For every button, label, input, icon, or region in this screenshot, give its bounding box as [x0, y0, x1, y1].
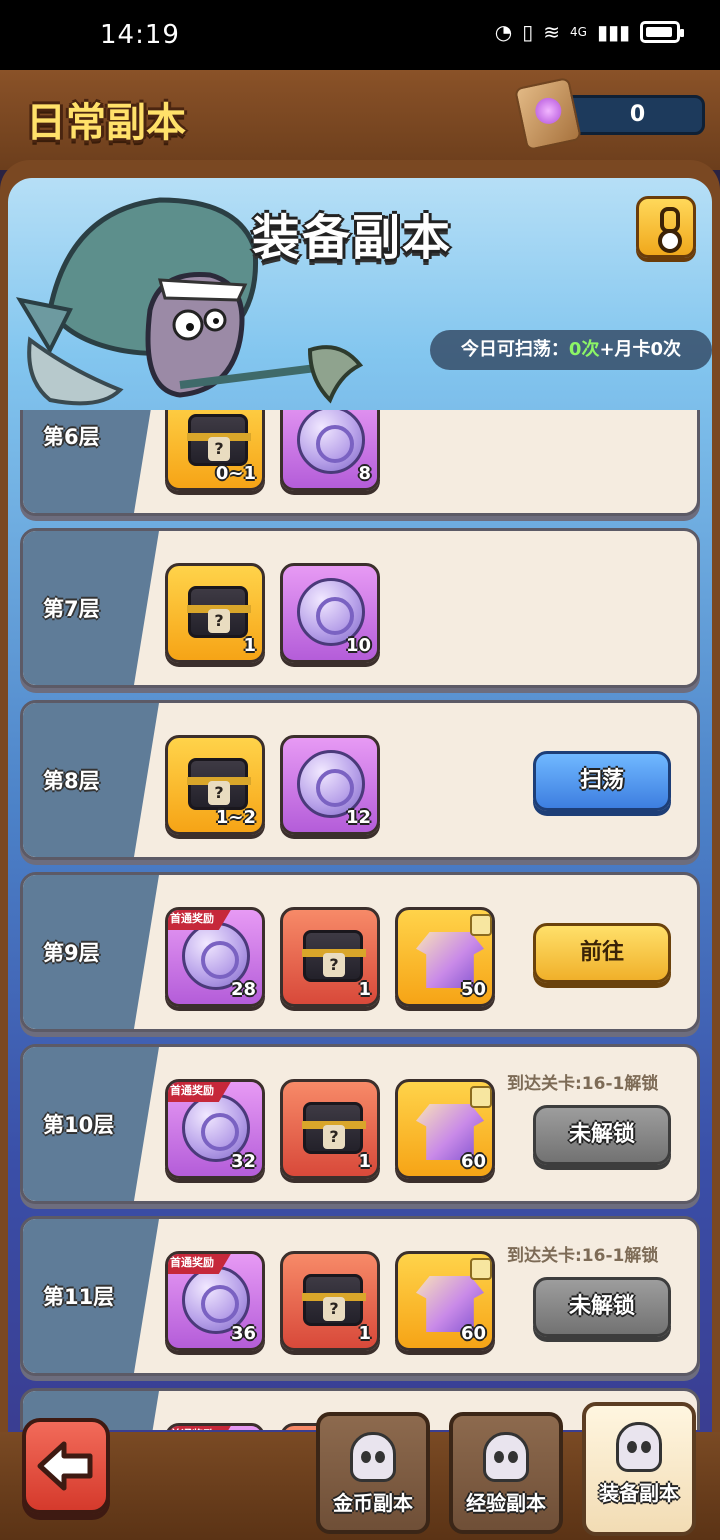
go-button[interactable]: 前往: [533, 923, 671, 983]
puzzle-piece-icon: [470, 914, 492, 936]
floor-label: 第9层: [43, 941, 100, 965]
reward-item-equipment[interactable]: 50: [395, 907, 495, 1007]
vibrate-icon: ▯: [522, 20, 534, 44]
tab-equipment-dungeon[interactable]: 装备副本: [582, 1402, 696, 1536]
floor-label: 第10层: [43, 1113, 115, 1137]
tab-label: 经验副本: [466, 1491, 546, 1515]
unlock-requirement: 到达关卡:16-1解锁: [507, 1074, 659, 1094]
reward-item-coin[interactable]: 10: [280, 563, 380, 663]
reward-item-chest[interactable]: 1: [165, 563, 265, 663]
sweep-suffix: +月卡0次: [599, 339, 682, 360]
mystery-chest-icon: [302, 1274, 366, 1326]
reward-count: 8: [358, 463, 371, 484]
tab-exp-dungeon[interactable]: 经验副本: [449, 1412, 563, 1534]
reward-item-chest[interactable]: 1: [280, 1251, 380, 1351]
sweep-info-pill: 今日可扫荡：0次+月卡0次: [430, 330, 712, 370]
reward-item-coin[interactable]: 12: [280, 735, 380, 835]
floor-label: 第6层: [43, 425, 100, 449]
reward-count: 1: [358, 979, 371, 1000]
reward-count: 28: [230, 979, 256, 1000]
mystery-chest-icon: [302, 1102, 366, 1154]
floor-list[interactable]: 第6层 0~1 8 第7层 1 10 第8层 1~2 12: [20, 410, 700, 1430]
reward-item-coin[interactable]: 首通奖励 32: [165, 1079, 265, 1179]
unlock-requirement: 到达关卡:16-1解锁: [507, 1246, 659, 1266]
reward-item-equipment[interactable]: 60: [395, 1079, 495, 1179]
reward-item-chest[interactable]: 1: [280, 907, 380, 1007]
info-button[interactable]: [636, 196, 696, 258]
first-clear-badge: 首通奖励: [168, 1426, 232, 1430]
tab-label: 装备副本: [599, 1481, 679, 1505]
sweep-prefix: 今日可扫荡：: [460, 339, 569, 360]
floor-row-6: 第6层 0~1 8: [20, 410, 700, 516]
dungeon-title: 装备副本: [252, 210, 453, 266]
reward-count: 36: [230, 1323, 256, 1344]
floor-row-7: 第7层 1 10: [20, 528, 700, 688]
tab-gold-dungeon[interactable]: 金币副本: [316, 1412, 430, 1534]
reward-count: 60: [460, 1323, 486, 1344]
floor-row-11: 第11层 首通奖励 36 1 60 到达关卡:16-1解锁 未解锁: [20, 1216, 700, 1376]
mystery-chest-icon: [302, 930, 366, 982]
floor-label: 第11层: [43, 1285, 115, 1309]
battery-icon: [640, 21, 684, 43]
puzzle-piece-icon: [470, 1086, 492, 1108]
reward-item-coin[interactable]: 8: [280, 410, 380, 491]
floor-row-10: 第10层 首通奖励 32 1 60 到达关卡:16-1解锁 未解锁: [20, 1044, 700, 1204]
data-speed-icon: ◔: [494, 20, 513, 44]
reward-item-equipment[interactable]: 60: [395, 1251, 495, 1351]
reward-count: 12: [345, 807, 371, 828]
purple-coin-icon: [297, 410, 365, 474]
network-label: 4G: [570, 25, 587, 39]
locked-button[interactable]: 未解锁: [533, 1277, 671, 1337]
tab-label: 金币副本: [333, 1491, 413, 1515]
floor-row-8: 第8层 1~2 12 扫荡: [20, 700, 700, 860]
reward-count: 1: [358, 1323, 371, 1344]
page-title: 日常副本: [26, 100, 186, 146]
reward-count: 32: [230, 1151, 256, 1172]
status-bar: 14:19 ◔ ▯ ≋ 4G ▮▮▮: [0, 0, 720, 70]
reward-count: 1~2: [215, 807, 256, 828]
wifi-icon: ≋: [543, 20, 561, 44]
reward-item-chest[interactable]: 1~2: [165, 735, 265, 835]
signal-icon: ▮▮▮: [596, 20, 630, 44]
skull-coin-icon: [350, 1432, 396, 1482]
back-button[interactable]: [22, 1418, 110, 1514]
mystery-chest-icon: [187, 586, 251, 638]
arrow-left-icon: [37, 1441, 93, 1491]
reward-item-coin[interactable]: 首通奖励 36: [165, 1251, 265, 1351]
reward-count: 1: [358, 1151, 371, 1172]
top-header: 日常副本 0: [0, 70, 720, 170]
scroll-gem-icon: [513, 76, 583, 152]
floor-label: 第8层: [43, 769, 100, 793]
reward-item-chest[interactable]: 1: [280, 1079, 380, 1179]
reward-count: 50: [460, 979, 486, 1000]
reward-item-chest[interactable]: 0~1: [165, 410, 265, 491]
sweep-button[interactable]: 扫荡: [533, 751, 671, 811]
mystery-chest-icon: [187, 758, 251, 810]
mystery-chest-icon: [187, 414, 251, 466]
reward-count: 0~1: [215, 463, 256, 484]
reward-count: 1: [243, 635, 256, 656]
reward-item-coin[interactable]: 首通奖励: [165, 1423, 265, 1430]
reward-count: 10: [345, 635, 371, 656]
skull-exp-icon: [483, 1432, 529, 1482]
puzzle-piece-icon: [470, 1258, 492, 1280]
status-icons: ◔ ▯ ≋ 4G ▮▮▮: [494, 20, 684, 44]
sweep-count: 0次: [568, 339, 600, 360]
currency-display[interactable]: 0: [513, 76, 705, 152]
locked-button[interactable]: 未解锁: [533, 1105, 671, 1165]
reward-count: 60: [460, 1151, 486, 1172]
status-time: 14:19: [100, 20, 180, 50]
floor-row-9: 第9层 首通奖励 28 1 50 前往: [20, 872, 700, 1032]
skull-star-icon: [616, 1422, 662, 1472]
reward-item-coin[interactable]: 首通奖励 28: [165, 907, 265, 1007]
floor-label: 第7层: [43, 597, 100, 621]
